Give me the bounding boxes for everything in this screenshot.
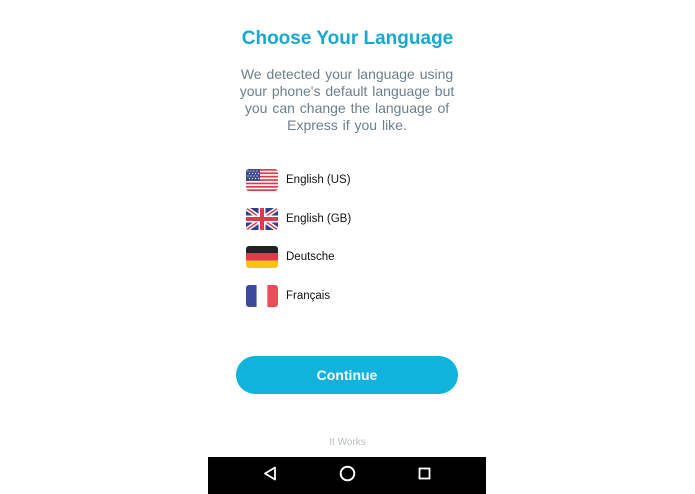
language-list: English (US) English (GB) Deutsche Franç… bbox=[246, 168, 351, 322]
language-label: Deutsche bbox=[286, 251, 335, 263]
continue-button[interactable]: Continue bbox=[236, 356, 458, 394]
germany-flag-icon bbox=[246, 246, 278, 268]
uk-flag-icon bbox=[246, 207, 278, 230]
us-flag-icon bbox=[246, 169, 278, 191]
android-navigation-bar bbox=[208, 457, 486, 494]
language-description: We detected your language using your pho… bbox=[237, 66, 457, 134]
language-label: Français bbox=[286, 289, 331, 302]
description-line: Express if you like. bbox=[287, 117, 407, 133]
back-triangle-icon bbox=[263, 466, 277, 486]
language-option-english-gb[interactable]: English (GB) bbox=[246, 207, 351, 231]
home-button[interactable] bbox=[327, 457, 367, 494]
home-circle-icon bbox=[339, 465, 356, 487]
language-option-francais[interactable]: Français bbox=[246, 284, 351, 308]
language-label: English (GB) bbox=[286, 212, 352, 225]
language-option-deutsche[interactable]: Deutsche bbox=[246, 245, 351, 269]
description-line: We detected your language using bbox=[240, 66, 454, 82]
language-option-english-us[interactable]: English (US) bbox=[246, 168, 351, 192]
description-line: you can change the language of bbox=[244, 100, 450, 116]
recents-square-icon bbox=[418, 467, 431, 485]
page-title: Choose Your Language bbox=[241, 28, 454, 49]
language-label: English (US) bbox=[286, 174, 351, 186]
footer-text: It Works bbox=[329, 437, 366, 448]
recents-button[interactable] bbox=[404, 457, 444, 494]
description-line: your phone's default language but bbox=[239, 83, 455, 99]
back-button[interactable] bbox=[250, 457, 290, 494]
france-flag-icon bbox=[246, 284, 278, 307]
